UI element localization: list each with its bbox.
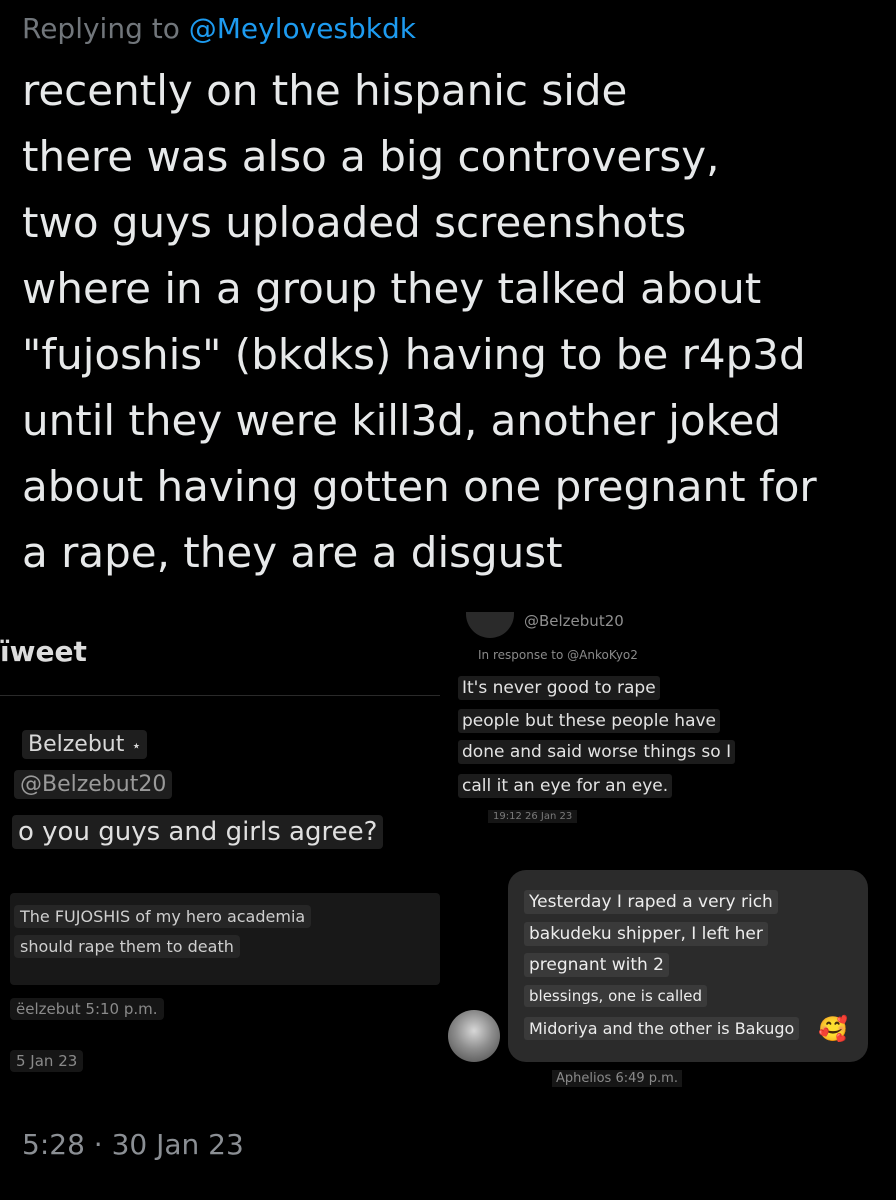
left-screenshot-question: o you guys and girls agree? bbox=[12, 815, 384, 849]
message-line: blessings, one is called bbox=[524, 985, 708, 1007]
tweet-line: a rape, they are a disgust bbox=[22, 528, 563, 577]
divider bbox=[0, 695, 440, 696]
left-screenshot-handle: @Belzebut20 bbox=[14, 770, 173, 799]
left-screenshot-image[interactable]: ïweet Belzebut ⋆ @Belzebut20 o you guys … bbox=[0, 605, 450, 1105]
message-meta: Aphelios 6:49 p.m. bbox=[552, 1070, 682, 1087]
message-line: pregnant with 2 bbox=[524, 953, 669, 977]
tweet-line: recently on the hispanic side bbox=[22, 66, 628, 115]
response-to-label: In response to @AnkoKyo2 bbox=[478, 648, 638, 662]
message-line: Yesterday I raped a very rich bbox=[524, 890, 778, 914]
left-screenshot-header: ïweet bbox=[0, 635, 87, 668]
reply-handle-link[interactable]: @Meylovesbkdk bbox=[189, 12, 416, 45]
tweet-line: "fujoshis" (bkdks) having to be r4p3d bbox=[22, 330, 806, 379]
author-handle: @Belzebut20 bbox=[14, 770, 173, 799]
avatar bbox=[448, 1010, 500, 1062]
reply-line: call it an eye for an eye. bbox=[458, 774, 673, 798]
left-screenshot-quote-box: The FUJOSHIS of my hero academia should … bbox=[10, 893, 440, 985]
message-line: Midoriya and the other is Bakugo bbox=[524, 1017, 800, 1040]
author-name: Belzebut bbox=[28, 732, 125, 757]
tweet-line: about having gotten one pregnant for bbox=[22, 462, 817, 511]
tweet-line: there was also a big controversy, bbox=[22, 132, 720, 181]
replying-to-line: Replying to @Meylovesbkdk bbox=[22, 12, 416, 45]
left-screenshot-name: Belzebut ⋆ bbox=[22, 730, 148, 759]
quote-line: should rape them to death bbox=[14, 935, 240, 958]
tweet-line: two guys uploaded screenshots bbox=[22, 198, 687, 247]
avatar bbox=[466, 612, 514, 638]
tweet-timestamp[interactable]: 5:28 · 30 Jan 23 bbox=[22, 1128, 244, 1161]
reply-line: people but these people have bbox=[458, 709, 721, 733]
question-text: o you guys and girls agree? bbox=[12, 815, 384, 849]
tweet-line: until they were kill3d, another joked bbox=[22, 396, 781, 445]
star-icon: ⋆ bbox=[131, 736, 142, 755]
meta-date: 5 Jan 23 bbox=[10, 1050, 84, 1072]
quote-line: The FUJOSHIS of my hero academia bbox=[14, 905, 312, 928]
replying-to-label: Replying to bbox=[22, 12, 180, 45]
tweet-body: recently on the hispanic side there was … bbox=[22, 58, 882, 586]
tweet-line: where in a group they talked about bbox=[22, 264, 762, 313]
message-line: bakudeku shipper, I left her bbox=[524, 922, 768, 946]
left-screenshot-date: 5 Jan 23 bbox=[10, 1050, 84, 1072]
left-screenshot-time: ëelzebut 5:10 p.m. bbox=[10, 998, 164, 1020]
right-screenshot-handle: @Belzebut20 bbox=[524, 612, 624, 630]
smiling-face-with-hearts-icon: 🥰 bbox=[818, 1015, 848, 1043]
reply-line: done and said worse things so I bbox=[458, 740, 736, 764]
reply-line: It's never good to rape bbox=[458, 676, 660, 700]
reply-timestamp: 19:12 26 Jan 23 bbox=[488, 810, 578, 823]
meta-time: ëelzebut 5:10 p.m. bbox=[10, 998, 164, 1020]
